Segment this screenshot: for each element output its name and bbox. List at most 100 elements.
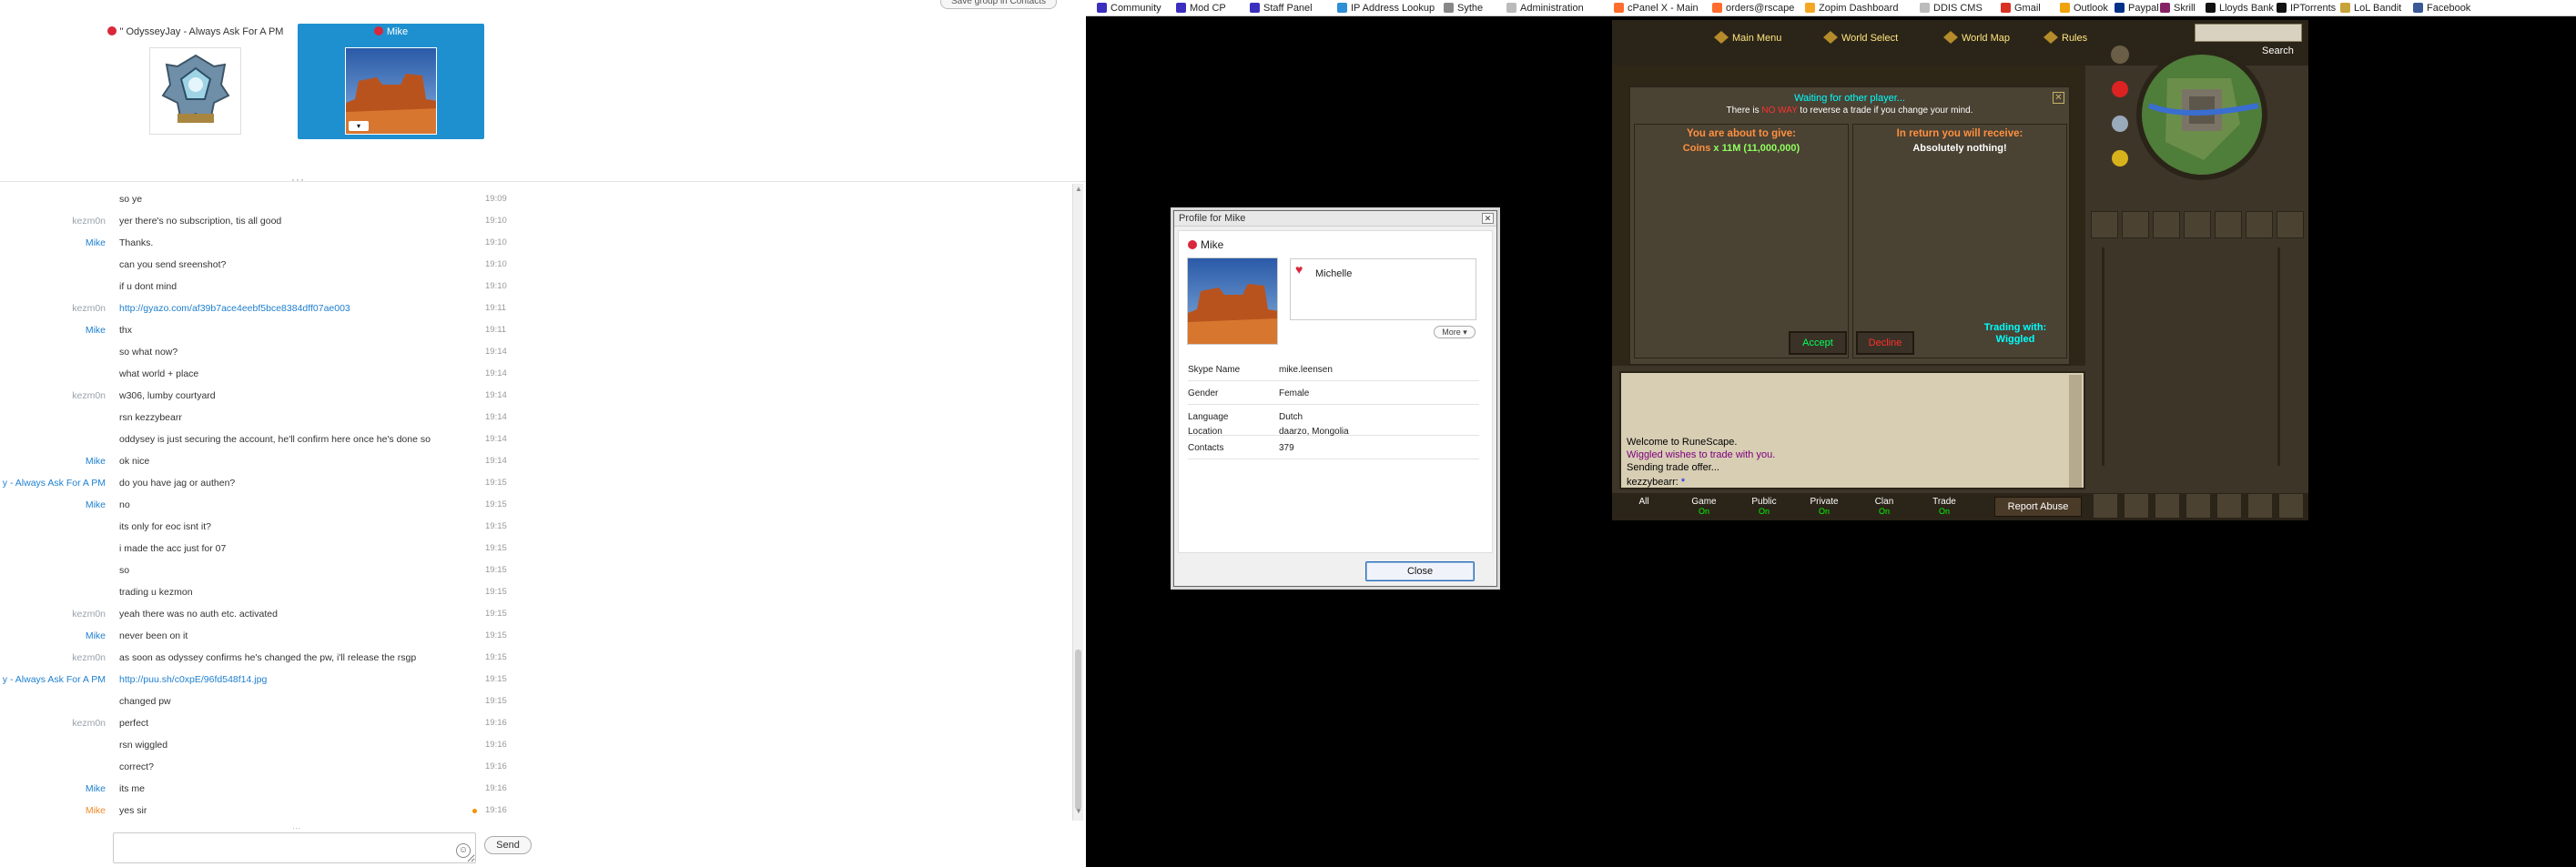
- message-sender[interactable]: Mike: [86, 450, 106, 472]
- bookmark-iptorrents[interactable]: IPTorrents: [2277, 2, 2336, 15]
- message-sender[interactable]: Mike: [86, 232, 106, 254]
- lloyds-icon: [2206, 3, 2216, 13]
- inventory-tab-icon[interactable]: [2184, 211, 2211, 238]
- scroll-up-icon[interactable]: ▲: [1075, 186, 1082, 193]
- message-sender[interactable]: kezm0n: [72, 603, 106, 625]
- video-menu-button[interactable]: ▾: [349, 121, 369, 131]
- scroll-down-icon[interactable]: ▼: [1075, 808, 1082, 815]
- world-select-button[interactable]: World Select: [1823, 31, 1898, 44]
- chat-tab-clan[interactable]: Clan On: [1856, 495, 1912, 519]
- compass-icon[interactable]: [2111, 45, 2129, 64]
- close-icon[interactable]: ✕: [2053, 92, 2064, 104]
- side-panel: [2085, 211, 2304, 502]
- close-button[interactable]: Close: [1365, 561, 1475, 581]
- bookmark-administration[interactable]: Administration: [1506, 2, 1584, 15]
- message-row: changed pw 19:15: [0, 691, 1072, 712]
- message-sender[interactable]: kezm0n: [72, 385, 106, 407]
- message-sender[interactable]: kezm0n: [72, 210, 106, 232]
- chat-tab-private[interactable]: Private On: [1796, 495, 1852, 519]
- emotes-tab-icon[interactable]: [2124, 493, 2149, 519]
- message-row: oddysey is just securing the account, he…: [0, 428, 1072, 450]
- equipment-tab-icon[interactable]: [2215, 211, 2242, 238]
- message-sender[interactable]: kezm0n: [72, 647, 106, 669]
- heart-icon: ♥: [1295, 262, 1303, 277]
- message-sender[interactable]: y - Always Ask For A PM: [3, 669, 106, 691]
- message-sender[interactable]: Mike: [86, 800, 106, 822]
- decline-button[interactable]: Decline: [1856, 331, 1914, 355]
- bookmark-mod-cp[interactable]: Mod CP: [1176, 2, 1226, 15]
- bookmark-skrill[interactable]: Skrill: [2160, 2, 2196, 15]
- message-input[interactable]: [113, 832, 476, 863]
- arrow-icon: [1714, 31, 1729, 44]
- bookmark-lloyds-bank[interactable]: Lloyds Bank: [2206, 2, 2274, 15]
- save-group-button[interactable]: Save group in Contacts: [940, 0, 1057, 9]
- scrollbar[interactable]: ▲ ▼: [1072, 184, 1083, 821]
- combat-tab-icon[interactable]: [2091, 211, 2118, 238]
- bookmark-ddis-cms[interactable]: DDIS CMS: [1920, 2, 1983, 15]
- send-button[interactable]: Send: [484, 836, 532, 854]
- accept-button[interactable]: Accept: [1789, 331, 1847, 355]
- ignore-tab-icon[interactable]: [2155, 493, 2180, 519]
- friends-tab-icon[interactable]: [2093, 493, 2118, 519]
- more-button[interactable]: More ▾: [1434, 326, 1476, 338]
- bookmark-zopim-dashboard[interactable]: Zopim Dashboard: [1805, 2, 1898, 15]
- emblem-avatar-icon: [150, 48, 240, 134]
- harp-tab-icon[interactable]: [2278, 493, 2304, 519]
- message-link[interactable]: http://puu.sh/c0xpE/96fd548f14.jpg: [119, 669, 267, 691]
- scrollbar-thumb[interactable]: [1075, 650, 1081, 810]
- bookmark-lol-bandit[interactable]: LoL Bandit: [2340, 2, 2401, 15]
- bookmark-facebook[interactable]: Facebook: [2413, 2, 2470, 15]
- logout-tab-icon[interactable]: [2186, 493, 2211, 519]
- stats-tab-icon[interactable]: [2122, 211, 2149, 238]
- chat-tab-public[interactable]: Public On: [1736, 495, 1792, 519]
- gmail-icon: [2001, 3, 2011, 13]
- health-orb-icon: [2112, 81, 2128, 97]
- bookmark-orders-rscape[interactable]: orders@rscape: [1712, 2, 1794, 15]
- message-sender[interactable]: Mike: [86, 625, 106, 647]
- bookmark-gmail[interactable]: Gmail: [2001, 2, 2041, 15]
- world-map-button[interactable]: World Map: [1943, 31, 2010, 44]
- bookmark-paypal[interactable]: Paypal: [2115, 2, 2159, 15]
- message-sender[interactable]: kezm0n: [72, 297, 106, 319]
- participant-card[interactable]: " OdysseyJay - Always Ask For A PM: [102, 24, 289, 139]
- message-text: ok nice: [119, 456, 150, 467]
- message-sender[interactable]: kezm0n: [72, 712, 106, 734]
- bookmark-sythe[interactable]: Sythe: [1444, 2, 1483, 15]
- skrill-icon: [2160, 3, 2170, 13]
- participant-card-selected[interactable]: Mike ▾: [298, 24, 484, 139]
- chat-tab-game[interactable]: Game On: [1676, 495, 1732, 519]
- minimap[interactable]: [2094, 42, 2277, 187]
- settings-tab-icon[interactable]: [2216, 493, 2242, 519]
- cpanel-icon: [1712, 3, 1722, 13]
- bookmark-outlook[interactable]: Outlook: [2060, 2, 2108, 15]
- message-sender[interactable]: Mike: [86, 319, 106, 341]
- resize-grip[interactable]: ···: [292, 823, 300, 832]
- message-time: 19:14: [485, 347, 507, 357]
- bookmark-staff-panel[interactable]: Staff Panel: [1250, 2, 1313, 15]
- main-menu-button[interactable]: Main Menu: [1714, 31, 1781, 44]
- message-sender[interactable]: Mike: [86, 778, 106, 800]
- message-time: 19:10: [485, 216, 507, 226]
- emoticon-icon[interactable]: ☺: [456, 843, 471, 858]
- message-time: 19:16: [485, 761, 507, 771]
- prayer-tab-icon[interactable]: [2246, 211, 2273, 238]
- inventory[interactable]: [2102, 247, 2280, 466]
- message-link[interactable]: http://gyazo.com/af39b7ace4eebf5bce8384d…: [119, 297, 350, 319]
- chat-tab-trade[interactable]: Trade On: [1916, 495, 1973, 519]
- message-sender[interactable]: Mike: [86, 494, 106, 516]
- bookmark-community[interactable]: Community: [1097, 2, 1161, 15]
- chat-tab-all[interactable]: All: [1616, 495, 1672, 519]
- quest-tab-icon[interactable]: [2153, 211, 2180, 238]
- bookmark-ip-address-lookup[interactable]: IP Address Lookup: [1337, 2, 1435, 15]
- game-chat-input[interactable]: kezzybearr: *: [1627, 477, 1685, 488]
- report-abuse-button[interactable]: Report Abuse: [1994, 497, 2082, 517]
- rules-button[interactable]: Rules: [2044, 31, 2087, 44]
- collapse-handle[interactable]: ···: [291, 173, 305, 186]
- magic-tab-icon[interactable]: [2277, 211, 2304, 238]
- close-icon[interactable]: ✕: [1482, 213, 1494, 224]
- game-search-input[interactable]: [2195, 24, 2302, 42]
- chat-scrollbar[interactable]: [2069, 375, 2082, 488]
- music-tab-icon[interactable]: [2247, 493, 2273, 519]
- bookmark-cpanel-x-main[interactable]: cPanel X - Main: [1614, 2, 1699, 15]
- message-sender[interactable]: y - Always Ask For A PM: [3, 472, 106, 494]
